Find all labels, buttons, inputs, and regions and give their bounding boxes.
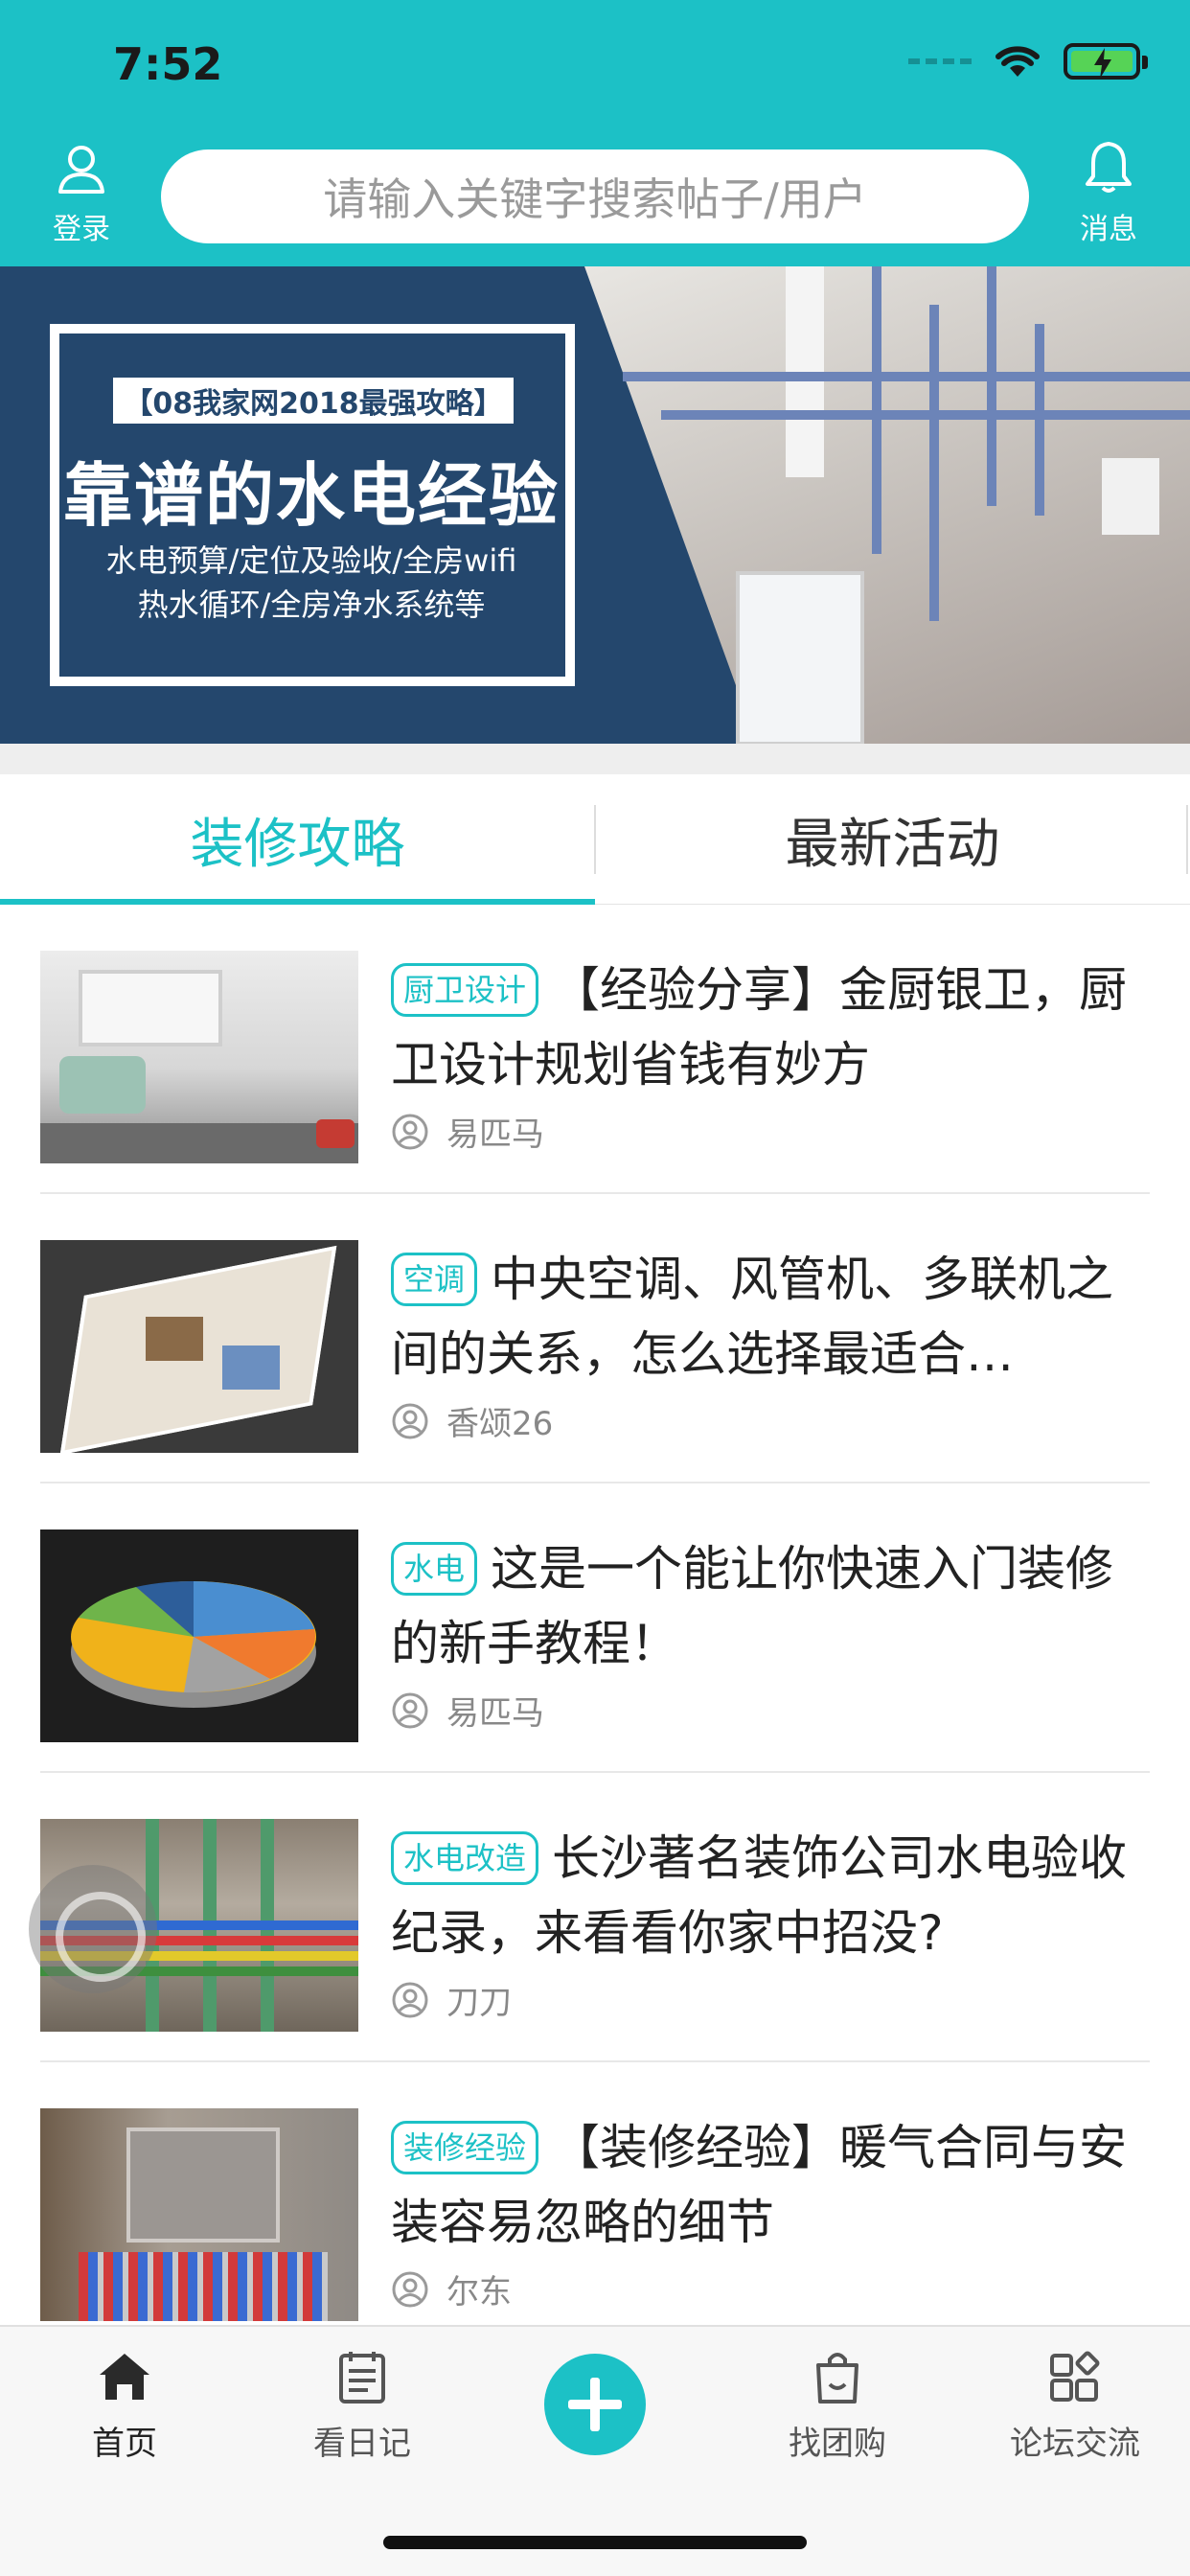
home-indicator [383,2536,807,2549]
post-thumbnail [40,1240,358,1453]
category-badge: 空调 [391,1253,478,1306]
bottom-nav: 首页 看日记 找团购 论坛交流 [0,2325,1190,2576]
post-author: 易匹马 [391,1108,1157,1155]
post-list: 厨卫设计 【经验分享】金厨银卫，厨卫设计规划省钱有妙方 易匹马 空调 中央空调、风管… [0,905,1190,2352]
nav-forum[interactable]: 论坛交流 [979,2348,1171,2464]
author-name: 刀刀 [446,1984,512,2022]
promo-banner[interactable]: 【08我家网2018最强攻略】 靠谱的水电经验 水电预算/定位及验收/全房wif… [0,266,1190,744]
tab-renovation-guide[interactable]: 装修攻略 [0,774,595,905]
home-icon [100,2354,149,2400]
author-icon [392,1982,428,2017]
shopping-bag-icon [816,2353,858,2404]
section-gap [0,744,1190,774]
list-item[interactable]: 厨卫设计 【经验分享】金厨银卫，厨卫设计规划省钱有妙方 易匹马 [40,905,1150,1194]
user-icon [58,146,104,194]
list-item[interactable]: 水电 这是一个能让你快速入门装修的新手教程！ 易匹马 [40,1484,1150,1773]
category-badge: 厨卫设计 [391,963,539,1017]
tab-divider [1186,805,1188,874]
banner-tag: 【08我家网2018最强攻略】 [113,378,514,424]
grid-icon [1050,2351,1100,2402]
plus-icon[interactable] [544,2354,646,2455]
nav-forum-label: 论坛交流 [1010,2425,1140,2463]
login-label: 登录 [53,213,110,246]
banner-title: 靠谱的水电经验 [62,455,560,536]
nav-home-label: 首页 [92,2425,157,2463]
diary-icon [339,2352,385,2404]
category-badge: 水电 [391,1542,478,1596]
messages-label: 消息 [1080,213,1137,246]
post-title: 厨卫设计 【经验分享】金厨银卫，厨卫设计规划省钱有妙方 [391,953,1157,1102]
nav-home[interactable]: 首页 [29,2348,220,2464]
search-input[interactable]: 请输入关键字搜索帖子/用户 [161,150,1029,243]
banner-subtitle: 水电预算/定位及验收/全房wifi 热水循环/全房净水系统等 [57,539,565,627]
author-name: 香颂26 [446,1405,554,1443]
author-icon [392,2271,428,2307]
post-thumbnail [40,1530,358,1742]
login-button[interactable]: 登录 [38,142,125,247]
status-icons [908,42,1148,80]
signal-icon [908,58,972,64]
post-author: 刀刀 [391,1976,1157,2023]
post-title-text: 这是一个能让你快速入门装修的新手教程！ [391,1541,1114,1671]
post-title-text: 中央空调、风管机、多联机之间的关系，怎么选择最适合… [391,1252,1114,1382]
top-header: 7:52 登录 请输入关键字搜索帖子/用户 消息 [0,0,1190,266]
post-title: 空调 中央空调、风管机、多联机之间的关系，怎么选择最适合… [391,1242,1157,1392]
post-title: 水电改造 长沙著名装饰公司水电验收纪录，来看看你家中招没? [391,1821,1157,1970]
post-author: 尔东 [391,2266,1157,2312]
category-badge: 水电改造 [391,1831,539,1885]
author-icon [392,1403,428,1438]
messages-button[interactable]: 消息 [1065,140,1152,247]
author-icon [392,1114,428,1149]
post-thumbnail [40,2108,358,2321]
list-item[interactable]: 空调 中央空调、风管机、多联机之间的关系，怎么选择最适合… 香颂26 [40,1194,1150,1484]
author-name: 易匹马 [446,1694,544,1733]
search-placeholder: 请输入关键字搜索帖子/用户 [323,173,867,225]
category-badge: 装修经验 [391,2121,539,2174]
battery-icon [1064,43,1148,80]
post-thumbnail [40,951,358,1163]
status-time: 7:52 [113,38,223,90]
nav-group-buy-label: 找团购 [789,2425,886,2463]
author-name: 尔东 [446,2273,512,2312]
nav-group-buy[interactable]: 找团购 [742,2348,933,2464]
post-title: 水电 这是一个能让你快速入门装修的新手教程！ [391,1531,1157,1681]
post-author: 香颂26 [391,1397,1157,1444]
nav-diary[interactable]: 看日记 [266,2348,458,2464]
post-author: 易匹马 [391,1687,1157,1734]
nav-diary-label: 看日记 [313,2425,411,2463]
assistive-touch-button[interactable] [29,1865,157,1993]
list-item[interactable]: 装修经验 【装修经验】暖气合同与安装容易忽略的细节 尔东 [40,2062,1150,2352]
bell-icon [1086,142,1132,193]
author-name: 易匹马 [446,1116,544,1154]
list-item[interactable]: 水电改造 长沙著名装饰公司水电验收纪录，来看看你家中招没? 刀刀 [40,1773,1150,2062]
banner-subtitle-line2: 热水循环/全房净水系统等 [137,586,486,623]
tab-latest-events[interactable]: 最新活动 [595,774,1190,905]
tab-divider [594,805,596,874]
wifi-icon [995,46,1040,77]
author-icon [392,1692,428,1728]
banner-pipes-graphic [623,266,1190,744]
banner-subtitle-line1: 水电预算/定位及验收/全房wifi [105,542,517,579]
post-title: 装修经验 【装修经验】暖气合同与安装容易忽略的细节 [391,2110,1157,2260]
